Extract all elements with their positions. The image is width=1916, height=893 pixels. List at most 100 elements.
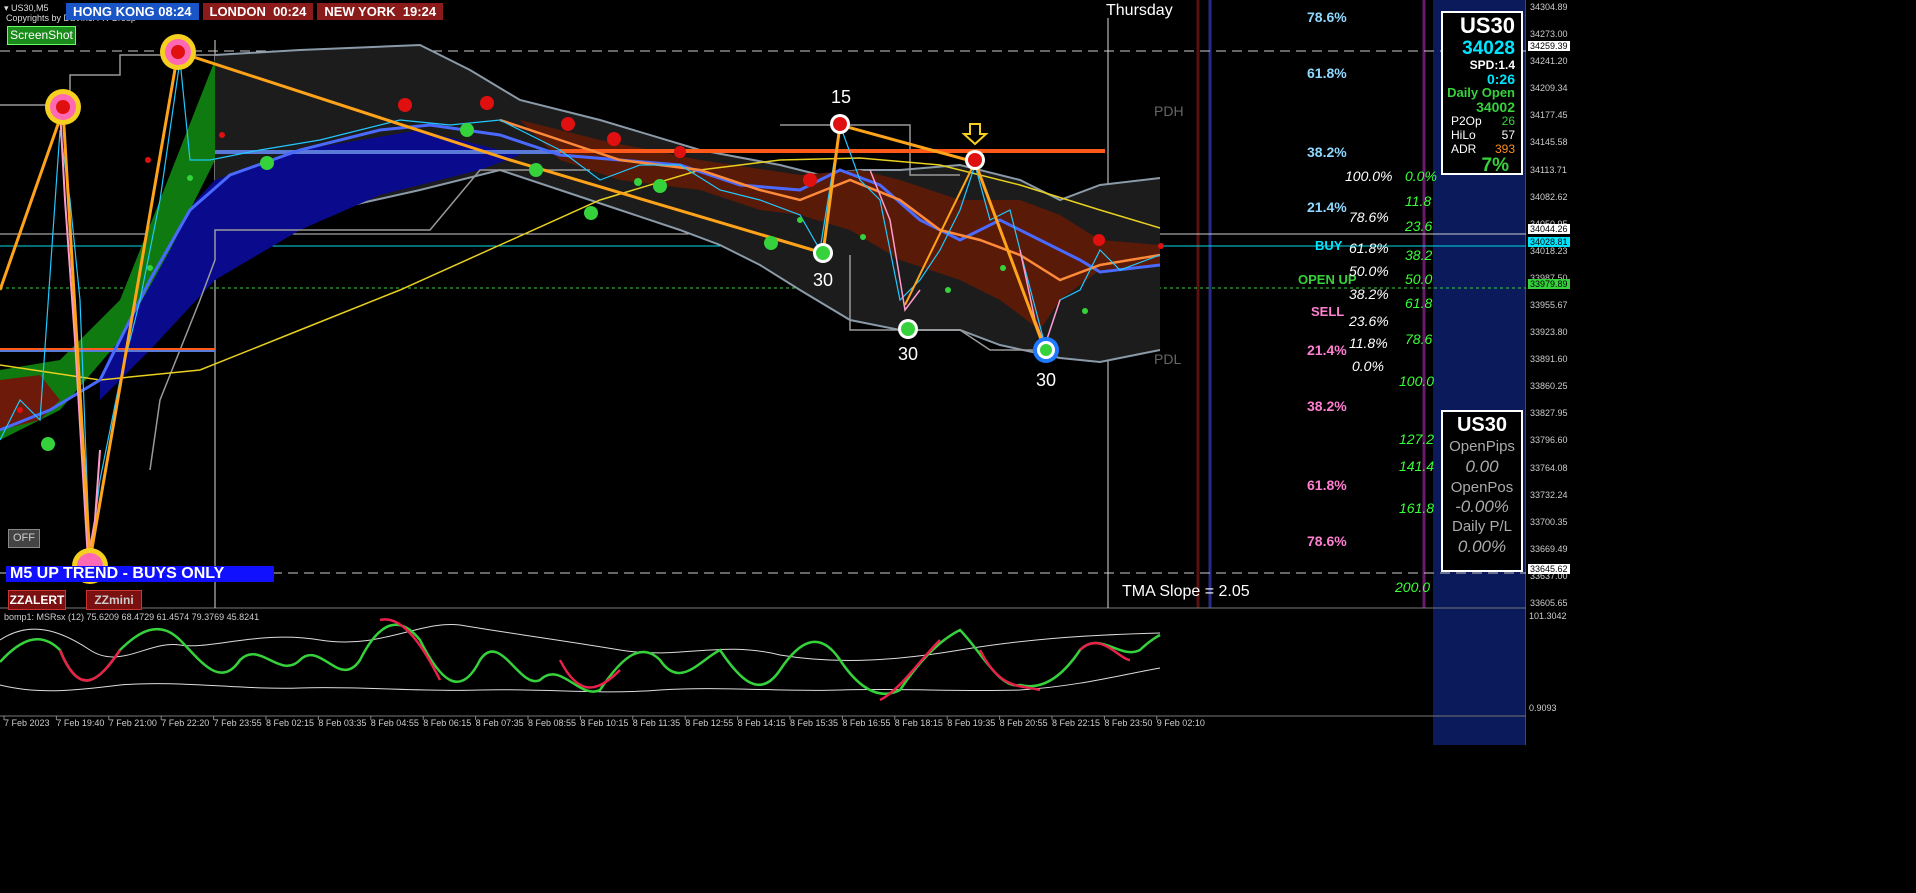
info-symbol: US30: [1459, 13, 1515, 38]
open-up-label: OPEN UP: [1298, 272, 1357, 287]
time-tick: 8 Feb 19:35: [947, 718, 996, 728]
price-tick: 33891.60: [1530, 354, 1568, 365]
time-axis[interactable]: 7 Feb 2023 7 Feb 19:40 7 Feb 21:00 7 Feb 22…: [0, 718, 1526, 732]
price-tick: 34113.71: [1530, 164, 1567, 175]
price-tag: 33645.62: [1528, 563, 1570, 574]
info-row-p2op: P2Op 26: [1451, 114, 1515, 128]
fib-green-9: 141.4: [1399, 458, 1435, 474]
time-tick: 8 Feb 11:35: [632, 718, 681, 728]
time-tick: 7 Feb 21:00: [108, 718, 157, 728]
price-chart-canvas: [0, 0, 1526, 745]
price-tick: 33796.60: [1530, 435, 1568, 446]
off-button[interactable]: OFF: [8, 529, 40, 548]
time-tick: 9 Feb 02:10: [1156, 718, 1205, 728]
fib-green-0: 0.0%: [1405, 168, 1437, 184]
open-pips-label: OpenPips: [1449, 438, 1515, 455]
fib-green-3: 38.2: [1405, 247, 1433, 263]
chevron-down-icon[interactable]: ▾: [4, 3, 9, 13]
zigzag-label-30c: 30: [1036, 370, 1057, 390]
zzmini-button[interactable]: ZZmini: [86, 590, 142, 610]
fib-pink-0: 21.4%: [1307, 342, 1347, 358]
pips-panel: US30 OpenPips 0.00 OpenPos -0.00% Daily …: [1441, 410, 1523, 572]
time-tick: 8 Feb 20:55: [999, 718, 1048, 728]
price-tick: 34145.58: [1530, 137, 1568, 148]
price-tag: 34259.39: [1528, 40, 1570, 51]
session-london: LONDON 00:24: [202, 3, 314, 20]
time-tick: 7 Feb 19:40: [56, 718, 105, 728]
session-new-york: NEW YORK 19:24: [317, 3, 444, 20]
price-tag: 34044.26: [1528, 224, 1570, 235]
fib-green-8: 127.2: [1399, 431, 1435, 447]
fib-green-2: 23.6: [1405, 218, 1433, 234]
price-axis[interactable]: 34304.89 34273.00 34241.20 34209.34 34177.45…: [1527, 0, 1916, 893]
price-tag: 33979.89: [1528, 279, 1570, 289]
price-tick: 34018.23: [1530, 245, 1568, 256]
sell-label: SELL: [1311, 304, 1345, 319]
price-tick: 33827.95: [1530, 408, 1568, 419]
price-tick: 33669.49: [1530, 543, 1568, 554]
fib-green-7: 100.0: [1399, 373, 1435, 389]
time-tick: 8 Feb 04:55: [370, 718, 419, 728]
time-tick: 8 Feb 10:15: [580, 718, 629, 728]
time-tick: 8 Feb 18:15: [894, 718, 943, 728]
info-panel: US30 34028 SPD:1.4 0:26 Daily Open 34002…: [1441, 11, 1523, 176]
chart-area[interactable]: [0, 0, 1526, 745]
fib-blue-3: 21.4%: [1307, 199, 1347, 215]
session-hong-kong: HONG KONG 08:24: [66, 3, 199, 20]
fib-white-5: 23.6%: [1349, 313, 1389, 329]
fib-white-7: 0.0%: [1352, 358, 1384, 374]
price-tick: 33923.80: [1530, 327, 1568, 338]
price-tick: 34177.45: [1530, 110, 1568, 121]
trend-banner: M5 UP TREND - BUYS ONLY: [6, 566, 274, 582]
fib-green-1: 11.8: [1405, 193, 1432, 209]
price-tick: 34304.89: [1530, 2, 1568, 12]
time-tick: 8 Feb 12:55: [685, 718, 734, 728]
info-timer: 0:26: [1486, 71, 1515, 87]
open-pos-value: -0.00%: [1455, 497, 1509, 516]
oscillator-title: bomp1: MSRsx (12) 75.6209 68.4729 61.457…: [4, 612, 260, 622]
buy-label: BUY: [1315, 238, 1343, 253]
day-label: Thursday: [1106, 2, 1173, 19]
fib-white-2: 61.8%: [1349, 240, 1389, 256]
fib-pink-2: 61.8%: [1307, 477, 1347, 493]
price-tick: 33764.08: [1530, 462, 1568, 473]
time-tick: 8 Feb 07:35: [475, 718, 524, 728]
fib-blue-1: 61.8%: [1307, 65, 1347, 81]
price-tag: 34028.81: [1528, 237, 1570, 248]
pdl-label: PDL: [1154, 351, 1182, 367]
fib-green-10: 161.8: [1399, 500, 1435, 516]
price-tick: 34209.34: [1530, 83, 1568, 94]
time-tick: 7 Feb 23:55: [213, 718, 262, 728]
pips-symbol: US30: [1456, 414, 1508, 436]
price-tick: 33955.67: [1530, 300, 1568, 310]
fib-white-4: 38.2%: [1349, 286, 1389, 302]
fib-pink-3: 78.6%: [1307, 533, 1347, 549]
price-tick: 34241.20: [1530, 56, 1568, 67]
info-percent: 7%: [1481, 155, 1509, 176]
fib-white-6: 11.8%: [1349, 335, 1388, 351]
time-tick: 8 Feb 22:15: [1052, 718, 1101, 728]
time-tick: 8 Feb 23:50: [1104, 718, 1153, 728]
fib-green-11: 200.0: [1395, 579, 1431, 595]
open-pips-value: 0.00: [1465, 457, 1499, 476]
pdh-label: PDH: [1154, 103, 1184, 119]
time-tick: 8 Feb 08:55: [528, 718, 577, 728]
fib-green-6: 78.6: [1405, 331, 1433, 347]
info-row-hilo: HiLo 57: [1451, 128, 1515, 142]
fib-green-5: 61.8: [1405, 295, 1433, 311]
fib-white-3: 50.0%: [1349, 263, 1389, 279]
fib-white-0: 100.0%: [1345, 168, 1393, 184]
oscillator-max: 101.3042: [1529, 611, 1567, 621]
price-tick: 34273.00: [1530, 29, 1568, 40]
zzalert-button[interactable]: ZZALERT: [8, 590, 66, 610]
screenshot-button[interactable]: ScreenShot: [7, 26, 76, 45]
session-bar: HONG KONG 08:24 LONDON 00:24 NEW YORK 19…: [66, 3, 444, 20]
daily-pl-value: 0.00%: [1457, 537, 1507, 556]
fib-blue-0: 78.6%: [1307, 9, 1347, 25]
open-pos-label: OpenPos: [1450, 479, 1514, 496]
price-tick: 33732.24: [1530, 489, 1568, 500]
info-daily-open-label: Daily Open: [1447, 85, 1515, 100]
info-spread: SPD:1.4: [1469, 58, 1515, 72]
fib-green-4: 50.0: [1405, 271, 1433, 287]
fib-white-1: 78.6%: [1349, 209, 1389, 225]
